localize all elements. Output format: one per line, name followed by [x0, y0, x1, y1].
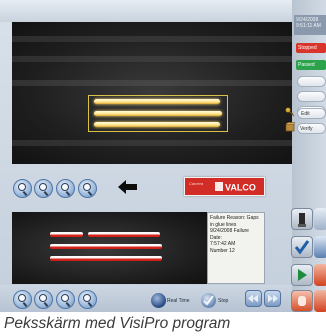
edit-label: Edit — [301, 111, 310, 117]
carton-edge — [12, 36, 295, 42]
carton-edge — [12, 56, 295, 62]
alert-button[interactable] — [314, 264, 326, 286]
hand-icon — [298, 296, 306, 306]
play-button[interactable] — [291, 264, 313, 286]
zoom-fit-button-lower[interactable] — [13, 290, 32, 309]
stop-button[interactable] — [201, 293, 216, 308]
checkmark-icon — [294, 240, 310, 255]
tool-button[interactable] — [291, 208, 313, 230]
zoom-in-button[interactable] — [56, 179, 75, 198]
glue-line — [94, 111, 222, 116]
magnifier-icon — [18, 183, 26, 191]
exit-button[interactable] — [314, 290, 326, 312]
failure-text: Failure Reason: Gaps in glue lines 9/24/… — [210, 215, 259, 254]
rewind-icon — [248, 294, 258, 303]
fast-forward-icon — [268, 294, 278, 303]
accept-button[interactable] — [291, 236, 313, 258]
glue-line — [94, 99, 220, 104]
zoom-in-icon — [61, 183, 69, 191]
magnifier-icon — [18, 294, 26, 302]
counter-field[interactable] — [297, 91, 326, 102]
glue-line — [50, 244, 162, 249]
previous-button[interactable] — [245, 290, 262, 307]
clock-display: 9/24/2008 9:51:11 AM — [294, 15, 326, 35]
stop-red-button[interactable] — [291, 290, 313, 312]
verify-field[interactable]: Verify — [297, 123, 326, 134]
image-caption: Peksskärm med VisiPro program — [4, 315, 231, 332]
passed-indicator: Passed — [296, 60, 326, 70]
play-icon — [298, 269, 307, 281]
glue-line — [94, 122, 220, 127]
zoom-in-icon — [61, 294, 69, 302]
visipro-screen: 9/24/2008 9:51:11 AM Stopped Passed Edit… — [0, 0, 326, 312]
valco-logo: Camera VALCO — [184, 177, 265, 196]
zoom-out-icon — [39, 294, 47, 302]
box-icon[interactable] — [285, 122, 295, 132]
tool-button-2[interactable] — [314, 208, 326, 230]
glue-line-segment — [50, 232, 83, 237]
edit-field[interactable]: Edit — [297, 108, 326, 119]
svg-text:VALCO: VALCO — [225, 183, 256, 193]
zoom-fit-button[interactable] — [13, 179, 32, 198]
arrow-left-icon[interactable] — [118, 180, 138, 194]
realtime-label: Real Time — [167, 298, 190, 304]
stopped-indicator: Stopped — [296, 43, 326, 53]
next-button[interactable] — [264, 290, 281, 307]
key-icon[interactable] — [285, 107, 295, 117]
camera-icon — [298, 213, 306, 227]
checkmark-icon — [203, 295, 214, 306]
accept-button-2[interactable] — [314, 236, 326, 258]
carton-edge — [12, 80, 295, 86]
magnifier-icon — [83, 294, 91, 302]
live-camera-view[interactable] — [12, 22, 295, 164]
zoom-out-button-lower[interactable] — [34, 290, 53, 309]
zoom-in-button-lower[interactable] — [56, 290, 75, 309]
verify-label: Verify — [300, 126, 313, 132]
zoom-reset-button-lower[interactable] — [78, 290, 97, 309]
zoom-out-icon — [39, 183, 47, 191]
magnifier-icon — [83, 183, 91, 191]
glue-line — [50, 256, 162, 261]
clock-time: 9:51:11 AM — [296, 23, 321, 29]
svg-text:Camera: Camera — [189, 181, 204, 186]
failure-report: Failure Reason: Gaps in glue lines 9/24/… — [207, 212, 265, 284]
failure-image-view[interactable] — [12, 212, 207, 284]
zoom-out-button[interactable] — [34, 179, 53, 198]
realtime-button[interactable] — [151, 293, 166, 308]
top-bar — [0, 0, 292, 22]
zoom-reset-button[interactable] — [78, 179, 97, 198]
stop-label: Stop — [218, 298, 229, 304]
counter-field[interactable] — [297, 76, 326, 87]
carton-edge — [12, 140, 295, 146]
glue-line-segment — [88, 232, 160, 237]
